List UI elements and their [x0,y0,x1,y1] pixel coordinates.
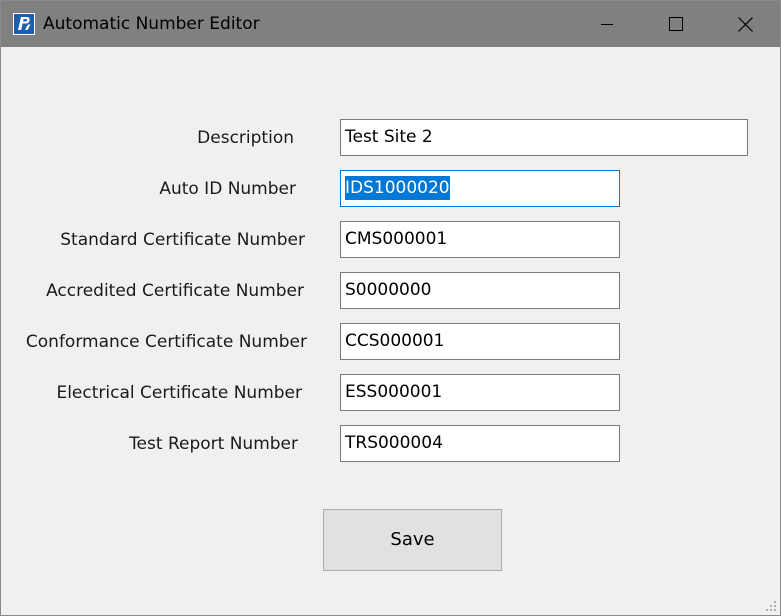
title-bar[interactable]: Automatic Number Editor [1,1,780,47]
conformance-certificate-field[interactable]: CCS000001 [340,323,620,360]
maximize-icon [669,17,683,31]
save-button[interactable]: Save [323,509,502,571]
maximize-button[interactable] [641,1,711,47]
standard-certificate-label: Standard Certificate Number [60,230,305,250]
minimize-icon [601,24,613,25]
test-report-field[interactable]: TRS000004 [340,425,620,462]
auto-id-field[interactable]: IDS1000020 [340,170,620,207]
test-report-label: Test Report Number [129,434,298,454]
accredited-certificate-label: Accredited Certificate Number [46,281,304,301]
electrical-certificate-label: Electrical Certificate Number [56,383,302,403]
accredited-certificate-field[interactable]: S0000000 [340,272,620,309]
close-icon [738,17,753,32]
window-title: Automatic Number Editor [43,14,260,34]
electrical-certificate-field[interactable]: ESS000001 [340,374,620,411]
description-field[interactable]: Test Site 2 [340,119,748,156]
minimize-button[interactable] [572,1,642,47]
description-label: Description [197,128,294,148]
standard-certificate-field[interactable]: CMS000001 [340,221,620,258]
auto-id-label: Auto ID Number [159,179,296,199]
app-logo-icon [13,13,35,35]
conformance-certificate-label: Conformance Certificate Number [25,332,307,352]
auto-id-value: IDS1000020 [345,176,450,200]
resize-grip-icon[interactable] [763,598,777,612]
close-button[interactable] [710,1,780,47]
main-window: Automatic Number Editor Description Test… [0,0,781,616]
